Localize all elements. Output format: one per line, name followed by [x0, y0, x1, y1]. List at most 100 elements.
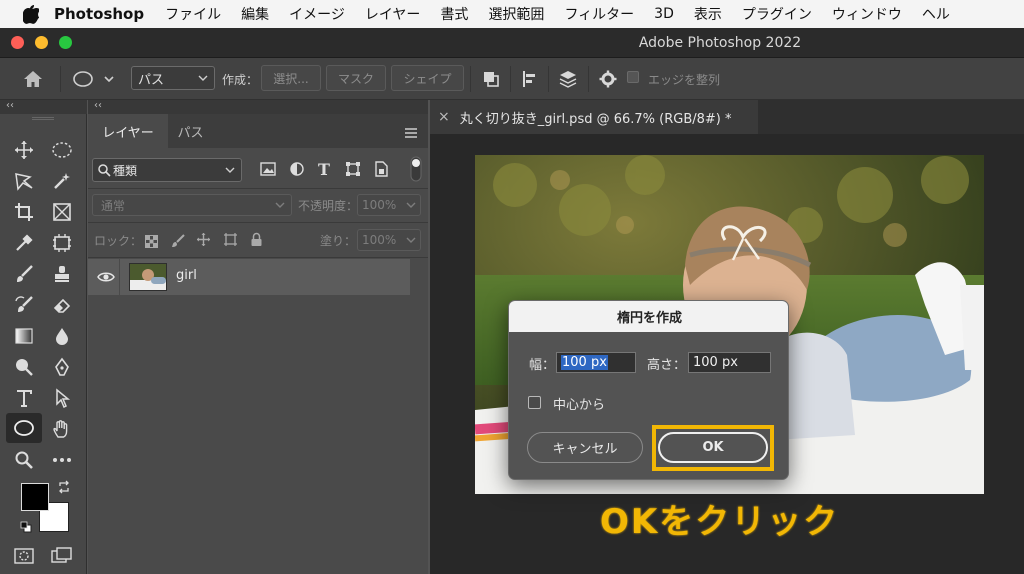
zoom-icon[interactable] [8, 446, 40, 474]
menu-window[interactable]: ウィンドウ [832, 4, 902, 24]
filter-shape-icon[interactable] [345, 161, 363, 179]
eye-icon[interactable] [97, 269, 115, 285]
menu-filter[interactable]: フィルター [564, 4, 634, 24]
default-colors-icon[interactable] [18, 519, 34, 535]
tab-paths[interactable]: パス [168, 114, 213, 148]
filter-type-icon[interactable]: T [318, 160, 336, 179]
height-value: 100 px [693, 355, 738, 370]
menu-layer[interactable]: レイヤー [365, 4, 421, 24]
brush-icon[interactable] [8, 260, 40, 288]
height-input[interactable]: 100 px [688, 352, 771, 373]
lasso-icon[interactable] [8, 167, 40, 195]
make-mask-button[interactable]: マスク [326, 65, 386, 91]
tab-layers[interactable]: レイヤー [88, 114, 168, 148]
menu-image[interactable]: イメージ [289, 4, 345, 24]
align-edges-checkbox[interactable] [627, 71, 639, 83]
ok-button[interactable]: OK [658, 432, 768, 463]
make-selection-button[interactable]: 選択... [261, 65, 321, 91]
layer-filter-select[interactable]: 種類 [92, 158, 242, 182]
close-icon[interactable]: × [438, 109, 450, 125]
lock-pixels-icon[interactable] [171, 233, 185, 247]
filter-toggle-switch[interactable] [410, 156, 422, 182]
height-label: 高さ： [647, 358, 687, 373]
stamp-icon[interactable] [46, 260, 78, 288]
menu-plugins[interactable]: プラグイン [742, 4, 812, 24]
dialog-title: 楕円を作成 [509, 301, 788, 332]
magic-wand-icon[interactable] [46, 167, 78, 195]
filter-smart-object-icon[interactable] [374, 161, 392, 179]
dodge-icon[interactable] [8, 353, 40, 381]
menu-select[interactable]: 選択範囲 [488, 4, 544, 24]
eyedropper-icon[interactable] [8, 229, 40, 257]
pen-icon[interactable] [46, 353, 78, 381]
blend-mode-value: 通常 [101, 198, 126, 213]
frame-icon[interactable] [46, 198, 78, 226]
fill-input[interactable]: 100% [357, 229, 421, 251]
fill-value: 100% [362, 233, 397, 247]
make-shape-button[interactable]: シェイプ [391, 65, 464, 91]
menu-edit[interactable]: 編集 [241, 4, 269, 24]
apple-logo-icon[interactable] [20, 3, 42, 25]
fill-label: 塗り： [320, 234, 357, 248]
type-icon[interactable] [8, 384, 40, 412]
minimize-window-button[interactable] [35, 36, 48, 49]
menu-file[interactable]: ファイル [165, 4, 221, 24]
tool-mode-value: パス [138, 72, 165, 88]
ruler-icon[interactable] [46, 229, 78, 257]
screen-mode-icon[interactable] [46, 542, 78, 570]
opacity-label: 不透明度： [298, 199, 359, 213]
path-arrangement-icon[interactable] [556, 67, 580, 91]
opacity-input[interactable]: 100% [357, 194, 421, 216]
home-icon[interactable] [18, 67, 48, 91]
cancel-button[interactable]: キャンセル [527, 432, 643, 463]
lock-artboard-icon[interactable] [223, 232, 239, 248]
layer-row[interactable]: girl [88, 259, 410, 295]
more-tools-icon[interactable] [46, 446, 78, 474]
center-checkbox[interactable] [528, 396, 541, 409]
toolbar-collapse-bar[interactable]: ‹‹ [0, 100, 87, 114]
blur-icon[interactable] [46, 322, 78, 350]
swap-colors-icon[interactable] [56, 479, 72, 495]
panel-collapse-bar[interactable]: ‹‹ [88, 100, 428, 114]
path-alignment-icon[interactable] [518, 67, 542, 91]
document-tab[interactable]: × 丸く切り抜き_girl.psd @ 66.7% (RGB/8#) * [430, 100, 758, 134]
gradient-icon[interactable] [8, 322, 40, 350]
crop-icon[interactable] [8, 198, 40, 226]
lock-all-icon[interactable] [250, 232, 266, 248]
lock-position-icon[interactable] [196, 232, 212, 248]
hand-icon[interactable] [46, 415, 78, 443]
history-brush-icon[interactable] [8, 291, 40, 319]
filter-adjustment-icon[interactable] [289, 161, 307, 179]
panel-menu-icon[interactable] [404, 124, 418, 138]
move-icon[interactable] [8, 136, 40, 164]
blend-mode-select[interactable]: 通常 [92, 194, 292, 216]
filter-pixel-icon[interactable] [260, 161, 278, 179]
opacity-value: 100% [362, 198, 397, 212]
make-label: 作成： [222, 72, 259, 87]
path-operations-icon[interactable] [479, 67, 503, 91]
tool-preset-picker[interactable] [70, 67, 118, 91]
layer-name: girl [176, 268, 197, 283]
gear-icon[interactable] [596, 67, 620, 91]
width-input[interactable]: 100 px [556, 352, 636, 373]
zoom-window-button[interactable] [59, 36, 72, 49]
chevron-down-icon [198, 75, 208, 81]
lock-transparent-icon[interactable] [145, 233, 159, 248]
menu-3d[interactable]: 3D [654, 6, 674, 22]
menu-type[interactable]: 書式 [440, 4, 468, 24]
menu-app-name[interactable]: Photoshop [54, 5, 144, 23]
center-checkbox-label: 中心から [553, 398, 606, 413]
close-window-button[interactable] [11, 36, 24, 49]
path-select-icon[interactable] [46, 384, 78, 412]
menu-help[interactable]: ヘル [922, 4, 950, 24]
eraser-icon[interactable] [46, 291, 78, 319]
lock-label: ロック： [94, 234, 143, 248]
window-title: Adobe Photoshop 2022 [638, 35, 802, 51]
instruction-annotation: OKをクリック [600, 502, 840, 542]
foreground-color-swatch[interactable] [21, 483, 49, 511]
ellipse-marquee-icon[interactable] [46, 136, 78, 164]
tool-mode-select[interactable]: パス [131, 66, 215, 90]
menu-view[interactable]: 表示 [694, 4, 722, 24]
ellipse-tool-icon[interactable] [6, 413, 42, 443]
quick-mask-icon[interactable] [8, 542, 40, 570]
